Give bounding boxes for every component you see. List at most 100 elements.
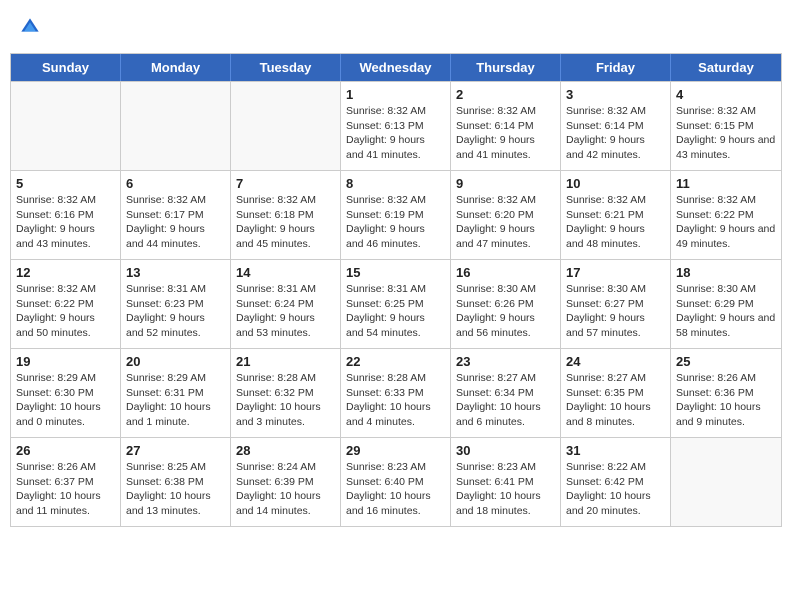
day-info: Sunrise: 8:32 AM Sunset: 6:19 PM Dayligh…	[346, 193, 445, 252]
day-number: 24	[566, 354, 665, 369]
day-info: Sunrise: 8:27 AM Sunset: 6:34 PM Dayligh…	[456, 371, 555, 430]
day-info: Sunrise: 8:32 AM Sunset: 6:16 PM Dayligh…	[16, 193, 115, 252]
calendar-day-cell: 15Sunrise: 8:31 AM Sunset: 6:25 PM Dayli…	[341, 260, 451, 348]
calendar-day-cell: 22 Sunrise: 8:28 AM Sunset: 6:33 PM Dayli…	[341, 349, 451, 437]
day-number: 29	[346, 443, 445, 458]
calendar-day-cell: 18Sunrise: 8:30 AM Sunset: 6:29 PM Dayli…	[671, 260, 781, 348]
day-number: 27	[126, 443, 225, 458]
day-info: Sunrise: 8:32 AM Sunset: 6:22 PM Dayligh…	[676, 193, 776, 252]
calendar-day-cell: 25Sunrise: 8:26 AM Sunset: 6:36 PM Dayli…	[671, 349, 781, 437]
day-info: Sunrise: 8:26 AM Sunset: 6:37 PM Dayligh…	[16, 460, 115, 519]
calendar-day-cell: 17 Sunrise: 8:30 AM Sunset: 6:27 PM Dayli…	[561, 260, 671, 348]
calendar-week-row: 1 Sunrise: 8:32 AM Sunset: 6:13 PM Daylig…	[11, 81, 781, 170]
calendar-day-cell	[11, 82, 121, 170]
day-info: Sunrise: 8:27 AM Sunset: 6:35 PM Dayligh…	[566, 371, 665, 430]
day-number: 20	[126, 354, 225, 369]
day-info: Sunrise: 8:32 AM Sunset: 6:17 PM Dayligh…	[126, 193, 225, 252]
day-number: 13	[126, 265, 225, 280]
day-number: 5	[16, 176, 115, 191]
calendar-day-cell: 30Sunrise: 8:23 AM Sunset: 6:41 PM Dayli…	[451, 438, 561, 526]
day-number: 17	[566, 265, 665, 280]
calendar: SundayMondayTuesdayWednesdayThursdayFrid…	[10, 53, 782, 527]
calendar-header-cell: Tuesday	[231, 54, 341, 81]
calendar-day-cell: 13 Sunrise: 8:31 AM Sunset: 6:23 PM Dayli…	[121, 260, 231, 348]
day-info: Sunrise: 8:28 AM Sunset: 6:33 PM Dayligh…	[346, 371, 445, 430]
day-number: 6	[126, 176, 225, 191]
day-number: 26	[16, 443, 115, 458]
calendar-header-cell: Monday	[121, 54, 231, 81]
calendar-day-cell: 19Sunrise: 8:29 AM Sunset: 6:30 PM Dayli…	[11, 349, 121, 437]
logo	[20, 15, 44, 38]
calendar-day-cell: 4 Sunrise: 8:32 AM Sunset: 6:15 PM Daylig…	[671, 82, 781, 170]
calendar-day-cell	[121, 82, 231, 170]
day-number: 14	[236, 265, 335, 280]
calendar-day-cell: 14 Sunrise: 8:31 AM Sunset: 6:24 PM Dayli…	[231, 260, 341, 348]
calendar-day-cell: 6 Sunrise: 8:32 AM Sunset: 6:17 PM Daylig…	[121, 171, 231, 259]
calendar-day-cell	[671, 438, 781, 526]
day-number: 1	[346, 87, 445, 102]
day-number: 28	[236, 443, 335, 458]
day-number: 21	[236, 354, 335, 369]
calendar-day-cell: 12 Sunrise: 8:32 AM Sunset: 6:22 PM Dayli…	[11, 260, 121, 348]
logo-icon	[20, 17, 40, 37]
calendar-header-cell: Wednesday	[341, 54, 451, 81]
day-number: 31	[566, 443, 665, 458]
calendar-day-cell: 26 Sunrise: 8:26 AM Sunset: 6:37 PM Dayli…	[11, 438, 121, 526]
calendar-day-cell: 1 Sunrise: 8:32 AM Sunset: 6:13 PM Daylig…	[341, 82, 451, 170]
calendar-day-cell: 3 Sunrise: 8:32 AM Sunset: 6:14 PM Daylig…	[561, 82, 671, 170]
calendar-day-cell: 9 Sunrise: 8:32 AM Sunset: 6:20 PM Daylig…	[451, 171, 561, 259]
calendar-header-cell: Friday	[561, 54, 671, 81]
day-number: 3	[566, 87, 665, 102]
calendar-day-cell: 24 Sunrise: 8:27 AM Sunset: 6:35 PM Dayli…	[561, 349, 671, 437]
day-info: Sunrise: 8:22 AM Sunset: 6:42 PM Dayligh…	[566, 460, 665, 519]
day-info: Sunrise: 8:29 AM Sunset: 6:30 PM Dayligh…	[16, 371, 115, 430]
calendar-week-row: 12 Sunrise: 8:32 AM Sunset: 6:22 PM Dayli…	[11, 259, 781, 348]
day-number: 4	[676, 87, 776, 102]
day-info: Sunrise: 8:23 AM Sunset: 6:40 PM Dayligh…	[346, 460, 445, 519]
day-number: 15	[346, 265, 445, 280]
day-info: Sunrise: 8:29 AM Sunset: 6:31 PM Dayligh…	[126, 371, 225, 430]
day-number: 8	[346, 176, 445, 191]
day-number: 10	[566, 176, 665, 191]
calendar-body: 1 Sunrise: 8:32 AM Sunset: 6:13 PM Daylig…	[11, 81, 781, 526]
day-number: 16	[456, 265, 555, 280]
calendar-header-cell: Thursday	[451, 54, 561, 81]
calendar-day-cell: 27Sunrise: 8:25 AM Sunset: 6:38 PM Dayli…	[121, 438, 231, 526]
day-info: Sunrise: 8:32 AM Sunset: 6:14 PM Dayligh…	[456, 104, 555, 163]
calendar-day-cell: 7 Sunrise: 8:32 AM Sunset: 6:18 PM Daylig…	[231, 171, 341, 259]
calendar-day-cell: 8 Sunrise: 8:32 AM Sunset: 6:19 PM Daylig…	[341, 171, 451, 259]
calendar-header-cell: Sunday	[11, 54, 121, 81]
day-info: Sunrise: 8:24 AM Sunset: 6:39 PM Dayligh…	[236, 460, 335, 519]
calendar-day-cell: 28 Sunrise: 8:24 AM Sunset: 6:39 PM Dayli…	[231, 438, 341, 526]
day-info: Sunrise: 8:31 AM Sunset: 6:23 PM Dayligh…	[126, 282, 225, 341]
day-info: Sunrise: 8:32 AM Sunset: 6:14 PM Dayligh…	[566, 104, 665, 163]
day-info: Sunrise: 8:32 AM Sunset: 6:15 PM Dayligh…	[676, 104, 776, 163]
day-info: Sunrise: 8:32 AM Sunset: 6:22 PM Dayligh…	[16, 282, 115, 341]
day-info: Sunrise: 8:32 AM Sunset: 6:20 PM Dayligh…	[456, 193, 555, 252]
calendar-week-row: 19Sunrise: 8:29 AM Sunset: 6:30 PM Dayli…	[11, 348, 781, 437]
day-number: 7	[236, 176, 335, 191]
day-number: 23	[456, 354, 555, 369]
day-number: 12	[16, 265, 115, 280]
calendar-header-row: SundayMondayTuesdayWednesdayThursdayFrid…	[11, 54, 781, 81]
calendar-header-cell: Saturday	[671, 54, 781, 81]
day-info: Sunrise: 8:30 AM Sunset: 6:26 PM Dayligh…	[456, 282, 555, 341]
day-info: Sunrise: 8:30 AM Sunset: 6:29 PM Dayligh…	[676, 282, 776, 341]
day-info: Sunrise: 8:26 AM Sunset: 6:36 PM Dayligh…	[676, 371, 776, 430]
day-number: 22	[346, 354, 445, 369]
calendar-day-cell	[231, 82, 341, 170]
day-info: Sunrise: 8:31 AM Sunset: 6:24 PM Dayligh…	[236, 282, 335, 341]
page-header	[10, 10, 782, 43]
calendar-week-row: 26 Sunrise: 8:26 AM Sunset: 6:37 PM Dayli…	[11, 437, 781, 526]
day-number: 9	[456, 176, 555, 191]
day-info: Sunrise: 8:30 AM Sunset: 6:27 PM Dayligh…	[566, 282, 665, 341]
day-info: Sunrise: 8:32 AM Sunset: 6:18 PM Dayligh…	[236, 193, 335, 252]
calendar-day-cell: 20 Sunrise: 8:29 AM Sunset: 6:31 PM Dayli…	[121, 349, 231, 437]
day-info: Sunrise: 8:32 AM Sunset: 6:21 PM Dayligh…	[566, 193, 665, 252]
calendar-day-cell: 5 Sunrise: 8:32 AM Sunset: 6:16 PM Daylig…	[11, 171, 121, 259]
day-info: Sunrise: 8:32 AM Sunset: 6:13 PM Dayligh…	[346, 104, 445, 163]
calendar-day-cell: 21Sunrise: 8:28 AM Sunset: 6:32 PM Dayli…	[231, 349, 341, 437]
day-info: Sunrise: 8:23 AM Sunset: 6:41 PM Dayligh…	[456, 460, 555, 519]
day-number: 2	[456, 87, 555, 102]
calendar-day-cell: 11Sunrise: 8:32 AM Sunset: 6:22 PM Dayli…	[671, 171, 781, 259]
